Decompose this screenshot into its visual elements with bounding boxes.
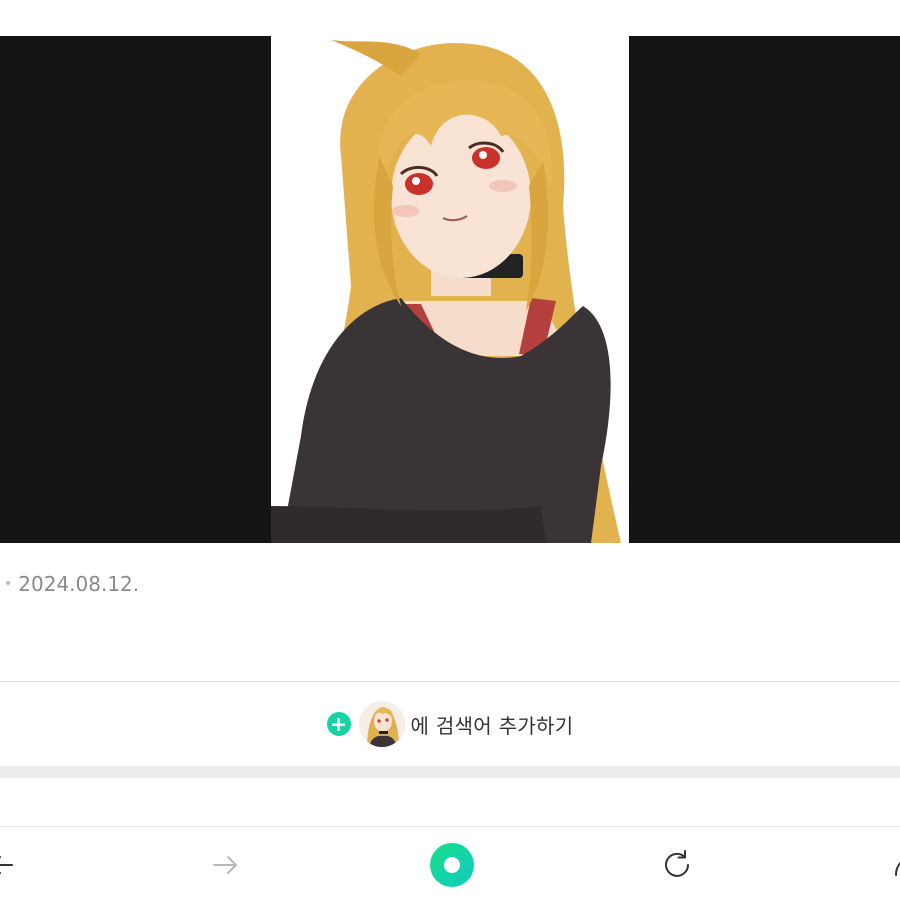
forward-button[interactable]	[202, 841, 250, 889]
browser-bottom-bar	[0, 826, 900, 900]
forward-arrow-icon	[213, 856, 237, 874]
meta-separator-dot: •	[4, 576, 13, 592]
refresh-button[interactable]	[653, 841, 701, 889]
share-button[interactable]	[874, 841, 900, 889]
back-button[interactable]	[0, 841, 26, 889]
avatar-image	[358, 701, 405, 747]
home-ring-icon	[430, 843, 474, 887]
add-search-term-button[interactable]: + 에 검색어 추가하기	[0, 682, 900, 766]
refresh-icon	[665, 850, 689, 877]
anime-girl-illustration	[271, 36, 629, 543]
post-date: 2024.08.12.	[18, 572, 140, 596]
avatar	[358, 701, 405, 747]
add-search-term-label: 에 검색어 추가하기	[410, 713, 574, 738]
section-spacer	[0, 766, 900, 778]
share-icon	[895, 861, 900, 876]
post-meta: • 2024.08.12.	[4, 572, 139, 596]
illustration-image[interactable]	[271, 36, 629, 543]
image-viewer[interactable]	[0, 36, 900, 543]
plus-circle-icon: +	[326, 712, 351, 736]
back-arrow-icon	[0, 856, 13, 874]
home-button[interactable]	[428, 841, 476, 889]
